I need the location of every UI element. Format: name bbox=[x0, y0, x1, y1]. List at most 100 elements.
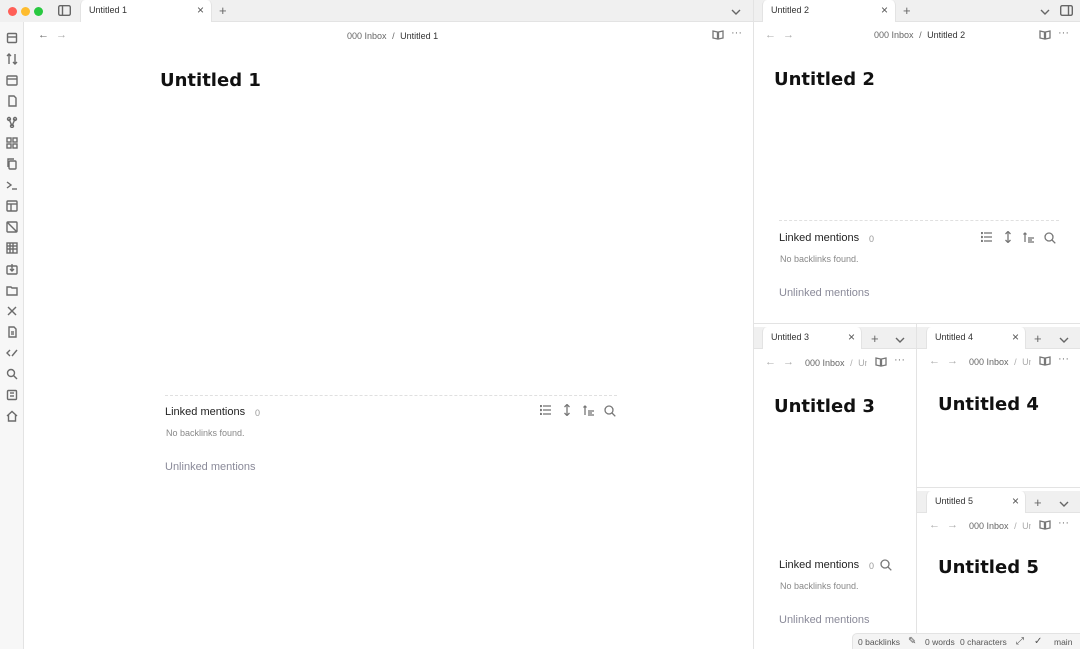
sort-icon[interactable] bbox=[5, 52, 18, 65]
minimize-window-button[interactable] bbox=[21, 7, 30, 16]
note-title[interactable]: Untitled 2 bbox=[774, 69, 875, 90]
book-icon[interactable] bbox=[5, 388, 18, 401]
forward-arrow-icon[interactable]: → bbox=[56, 30, 67, 41]
breadcrumb-folder[interactable]: 000 Inbox bbox=[347, 31, 387, 41]
new-tab-plus-icon[interactable]: + bbox=[871, 332, 879, 345]
image-icon[interactable] bbox=[5, 220, 18, 233]
unlinked-mentions-heading[interactable]: Unlinked mentions bbox=[165, 461, 256, 473]
doc-icon[interactable] bbox=[5, 325, 18, 338]
calendar-icon[interactable] bbox=[5, 73, 18, 86]
file-explorer-icon[interactable] bbox=[5, 31, 18, 44]
search-icon[interactable] bbox=[880, 559, 892, 574]
pane-divider-horizontal[interactable] bbox=[917, 487, 1080, 488]
list-view-icon[interactable] bbox=[980, 231, 993, 245]
back-arrow-icon[interactable]: ← bbox=[929, 356, 940, 367]
more-options-icon[interactable]: ··· bbox=[894, 355, 905, 366]
reading-view-book-icon[interactable] bbox=[712, 30, 724, 43]
note-title[interactable]: Untitled 3 bbox=[774, 396, 875, 417]
breadcrumb-folder[interactable]: 000 Inbox bbox=[874, 30, 914, 40]
tab-untitled-1[interactable]: Untitled 1 × bbox=[80, 0, 212, 22]
linked-mentions-heading[interactable]: Linked mentions bbox=[779, 559, 859, 571]
new-tab-plus-icon[interactable]: + bbox=[1034, 332, 1042, 345]
chevron-down-icon[interactable] bbox=[1059, 497, 1069, 510]
more-options-icon[interactable]: ··· bbox=[1058, 354, 1069, 365]
status-backlinks[interactable]: 0 backlinks bbox=[858, 637, 900, 647]
status-branch[interactable]: main bbox=[1054, 637, 1072, 647]
back-arrow-icon[interactable]: ← bbox=[765, 357, 776, 368]
close-icon[interactable]: × bbox=[1012, 495, 1019, 507]
tab-untitled-5[interactable]: Untitled 5 × bbox=[926, 491, 1026, 513]
reading-view-book-icon[interactable] bbox=[1039, 520, 1051, 533]
breadcrumb-note[interactable]: Untitled 2 bbox=[927, 30, 965, 40]
breadcrumb-folder[interactable]: 000 Inbox bbox=[969, 521, 1009, 531]
tab-untitled-4[interactable]: Untitled 4 × bbox=[926, 327, 1026, 349]
new-tab-plus-icon[interactable]: + bbox=[219, 4, 227, 17]
back-arrow-icon[interactable]: ← bbox=[765, 30, 776, 41]
forward-arrow-icon[interactable]: → bbox=[947, 520, 958, 531]
code-icon[interactable] bbox=[5, 346, 18, 359]
pane-divider-horizontal[interactable] bbox=[754, 323, 1080, 324]
fullscreen-icon[interactable]: ⤢ bbox=[1016, 636, 1024, 647]
close-icon[interactable]: × bbox=[197, 4, 204, 16]
breadcrumb-note[interactable]: Un bbox=[1022, 521, 1031, 531]
home-icon[interactable] bbox=[5, 409, 18, 422]
expand-vertical-icon[interactable] bbox=[563, 403, 571, 419]
sort-icon[interactable] bbox=[1023, 232, 1035, 246]
list-view-icon[interactable] bbox=[539, 404, 552, 418]
more-options-icon[interactable]: ··· bbox=[731, 28, 742, 39]
breadcrumb-note[interactable]: Untitled 1 bbox=[400, 31, 438, 41]
close-window-button[interactable] bbox=[8, 7, 17, 16]
breadcrumb-folder[interactable]: 000 Inbox bbox=[805, 358, 845, 368]
breadcrumb-note[interactable]: Un bbox=[1022, 357, 1031, 367]
unlinked-mentions-heading[interactable]: Unlinked mentions bbox=[779, 614, 870, 626]
reading-view-book-icon[interactable] bbox=[875, 357, 887, 370]
note-title[interactable]: Untitled 4 bbox=[938, 394, 1039, 415]
chevron-down-icon[interactable] bbox=[1040, 5, 1050, 18]
close-icon[interactable]: × bbox=[881, 4, 888, 16]
tab-untitled-3[interactable]: Untitled 3 × bbox=[762, 327, 862, 349]
search-icon[interactable] bbox=[604, 405, 616, 420]
breadcrumb-note[interactable]: Un bbox=[858, 358, 867, 368]
edit-pencil-icon[interactable]: ✎ bbox=[908, 636, 916, 647]
tools-icon[interactable] bbox=[5, 304, 18, 317]
close-icon[interactable]: × bbox=[848, 331, 855, 343]
right-sidebar-toggle-icon[interactable] bbox=[1059, 4, 1074, 18]
more-options-icon[interactable]: ··· bbox=[1058, 518, 1069, 529]
back-arrow-icon[interactable]: ← bbox=[38, 30, 49, 41]
terminal-icon[interactable] bbox=[5, 178, 18, 191]
new-tab-plus-icon[interactable]: + bbox=[1034, 496, 1042, 509]
reading-view-book-icon[interactable] bbox=[1039, 30, 1051, 43]
graph-icon[interactable] bbox=[5, 115, 18, 128]
copy-icon[interactable] bbox=[5, 157, 18, 170]
more-options-icon[interactable]: ··· bbox=[1058, 28, 1069, 39]
chevron-down-icon[interactable] bbox=[1059, 333, 1069, 346]
table-icon[interactable] bbox=[5, 199, 18, 212]
linked-mentions-heading[interactable]: Linked mentions bbox=[779, 232, 859, 244]
search-icon[interactable] bbox=[5, 367, 18, 380]
chevron-down-icon[interactable] bbox=[895, 333, 905, 346]
spreadsheet-icon[interactable] bbox=[5, 241, 18, 254]
note-title[interactable]: Untitled 5 bbox=[938, 557, 1039, 578]
forward-arrow-icon[interactable]: → bbox=[947, 356, 958, 367]
note-title[interactable]: Untitled 1 bbox=[160, 70, 261, 91]
sidebar-toggle-icon[interactable] bbox=[57, 4, 72, 18]
import-icon[interactable] bbox=[5, 262, 18, 275]
forward-arrow-icon[interactable]: → bbox=[783, 30, 794, 41]
pane-divider[interactable] bbox=[753, 0, 754, 649]
sort-icon[interactable] bbox=[583, 405, 595, 419]
close-icon[interactable]: × bbox=[1012, 331, 1019, 343]
new-tab-plus-icon[interactable]: + bbox=[903, 4, 911, 17]
tab-untitled-2[interactable]: Untitled 2 × bbox=[762, 0, 896, 22]
folder-icon[interactable] bbox=[5, 283, 18, 296]
linked-mentions-heading[interactable]: Linked mentions bbox=[165, 406, 245, 418]
templates-icon[interactable] bbox=[5, 94, 18, 107]
expand-vertical-icon[interactable] bbox=[1004, 230, 1012, 246]
back-arrow-icon[interactable]: ← bbox=[929, 520, 940, 531]
search-icon[interactable] bbox=[1044, 232, 1056, 247]
zoom-window-button[interactable] bbox=[34, 7, 43, 16]
chevron-down-icon[interactable] bbox=[731, 5, 741, 18]
forward-arrow-icon[interactable]: → bbox=[783, 357, 794, 368]
sync-check-icon[interactable]: ✓ bbox=[1034, 636, 1042, 647]
breadcrumb-folder[interactable]: 000 Inbox bbox=[969, 357, 1009, 367]
canvas-icon[interactable] bbox=[5, 136, 18, 149]
